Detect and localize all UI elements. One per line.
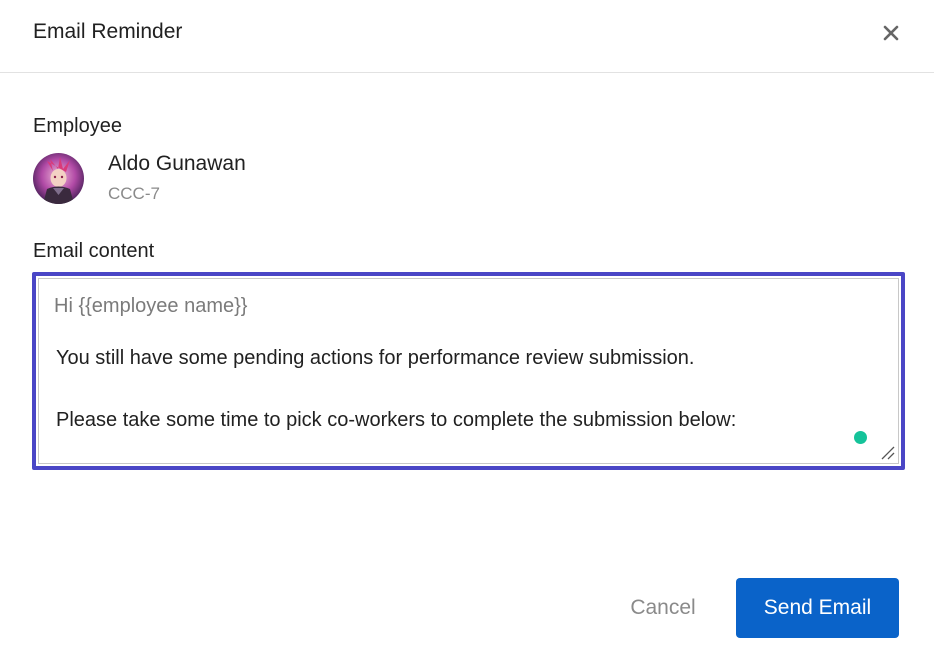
employee-id: CCC-7	[108, 184, 160, 203]
avatar	[33, 153, 84, 204]
employee-section-label: Employee	[33, 115, 122, 137]
avatar-image	[33, 153, 84, 204]
editor-textarea[interactable]: Hi {{employee name}} You still have some…	[38, 278, 899, 464]
employee-name: Aldo Gunawan	[108, 152, 246, 175]
email-reminder-dialog: Email Reminder Employee Aldo Gunawan CCC…	[0, 0, 934, 669]
cancel-button[interactable]: Cancel	[612, 580, 714, 636]
close-button[interactable]	[878, 20, 904, 46]
body-line-2: Please take some time to pick co-workers…	[56, 409, 737, 431]
resize-handle[interactable]	[878, 443, 896, 461]
send-email-button[interactable]: Send Email	[736, 578, 899, 638]
close-icon	[883, 25, 899, 41]
dialog-header: Email Reminder	[0, 0, 934, 73]
greeting-line: Hi {{employee name}}	[54, 295, 248, 317]
resize-grip-icon	[881, 446, 895, 460]
grammar-indicator-icon[interactable]	[854, 431, 867, 444]
dialog-title: Email Reminder	[33, 20, 183, 43]
email-content-label: Email content	[33, 240, 155, 262]
email-content-editor[interactable]: Hi {{employee name}} You still have some…	[32, 272, 905, 470]
body-line-1: You still have some pending actions for …	[56, 347, 695, 369]
